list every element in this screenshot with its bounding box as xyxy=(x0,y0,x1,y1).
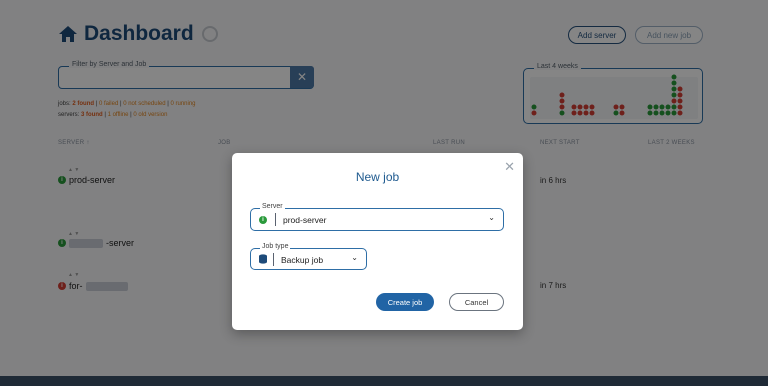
server-select-value: prod-server xyxy=(283,215,327,225)
server-select[interactable]: Server i prod-server ⌄ xyxy=(250,203,504,231)
create-job-button[interactable]: Create job xyxy=(376,293,434,311)
divider xyxy=(273,253,274,266)
dialog-title: New job xyxy=(355,170,400,184)
cancel-button[interactable]: Cancel xyxy=(449,293,504,311)
divider xyxy=(275,213,276,226)
chevron-down-icon: ⌄ xyxy=(351,253,358,262)
job-type-field-label: Job type xyxy=(260,243,291,250)
chevron-down-icon: ⌄ xyxy=(488,213,495,222)
job-type-select[interactable]: Job type Backup job ⌄ xyxy=(250,243,367,270)
job-type-select-value: Backup job xyxy=(281,255,324,265)
close-dialog-button[interactable]: ✕ xyxy=(504,159,515,175)
new-job-dialog: New job ✕ Server i prod-server ⌄ Job typ… xyxy=(232,153,523,330)
close-icon: ✕ xyxy=(504,159,515,174)
database-icon xyxy=(259,254,267,264)
footer-bar xyxy=(0,376,768,386)
server-status-icon: i xyxy=(259,216,267,224)
server-field-label: Server xyxy=(260,203,285,210)
